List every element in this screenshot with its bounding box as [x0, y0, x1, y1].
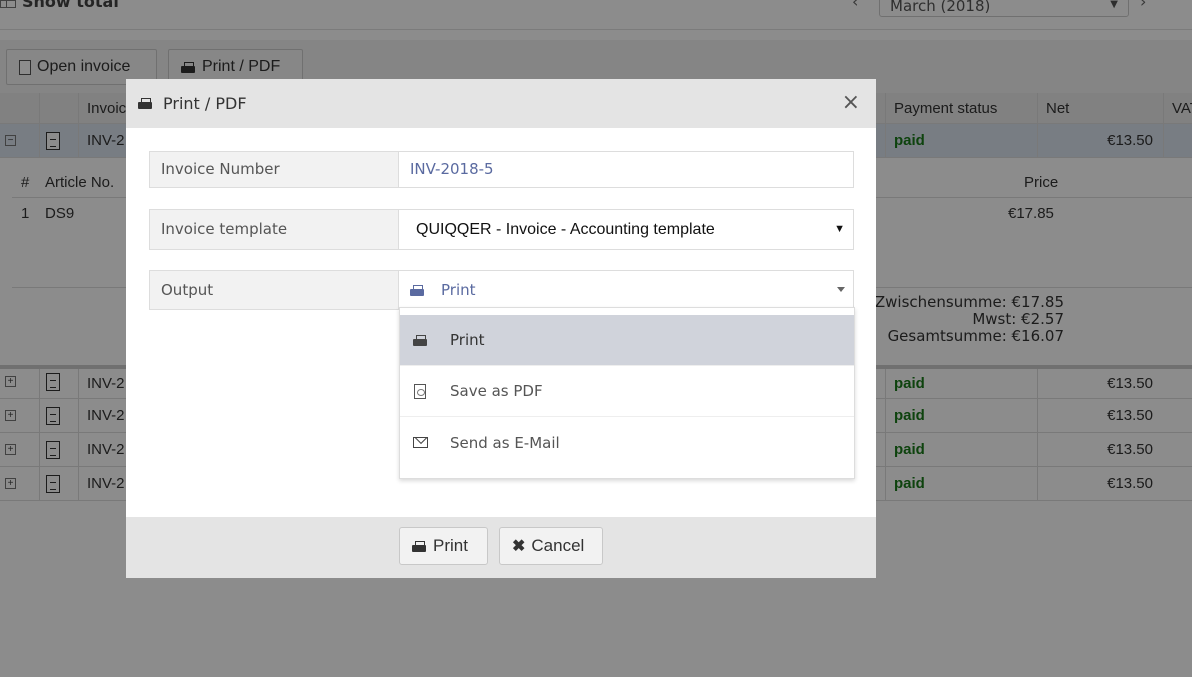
print-button[interactable]: Print	[399, 527, 488, 565]
cancel-button-label: Cancel	[531, 536, 585, 555]
output-field: Output Print	[149, 270, 854, 310]
invoice-template-field: Invoice template QUIQQER - Invoice - Acc…	[149, 209, 854, 250]
print-pdf-dialog: Print / PDF × Invoice Number INV-2018-5 …	[126, 79, 876, 578]
close-icon: ✖	[512, 538, 526, 555]
printer-icon	[138, 98, 153, 109]
output-label: Output	[150, 271, 399, 309]
printer-icon	[410, 284, 425, 296]
option-save-as-pdf[interactable]: Save as PDF	[400, 366, 854, 417]
output-value: Print	[441, 281, 476, 299]
invoice-template-value: QUIQQER - Invoice - Accounting template	[416, 221, 715, 238]
printer-icon	[412, 334, 428, 346]
option-label: Send as E-Mail	[450, 433, 560, 452]
dialog-header: Print / PDF ×	[126, 79, 876, 128]
option-print[interactable]: Print	[400, 315, 854, 366]
print-button-label: Print	[433, 536, 468, 555]
invoice-template-select[interactable]: QUIQQER - Invoice - Accounting template …	[399, 210, 853, 249]
dialog-body: Invoice Number INV-2018-5 Invoice templa…	[126, 128, 876, 517]
output-dropdown-menu: Print Save as PDF Send as E-Mail	[399, 307, 855, 479]
option-label: Print	[450, 331, 485, 349]
close-icon[interactable]: ×	[842, 92, 860, 114]
dialog-title: Print / PDF	[163, 94, 247, 113]
dropdown-arrow-icon: ▼	[834, 223, 845, 235]
option-send-email[interactable]: Send as E-Mail	[400, 417, 854, 468]
option-label: Save as PDF	[450, 382, 543, 400]
invoice-template-label: Invoice template	[150, 210, 399, 249]
dialog-footer: Print ✖ Cancel	[126, 517, 876, 578]
chevron-down-icon	[837, 287, 845, 292]
invoice-number-input[interactable]: INV-2018-5	[399, 152, 853, 187]
output-select[interactable]: Print	[399, 271, 853, 309]
envelope-icon	[412, 437, 428, 448]
invoice-number-field: Invoice Number INV-2018-5	[149, 151, 854, 188]
pdf-file-icon	[414, 383, 426, 399]
printer-icon	[412, 540, 427, 552]
invoice-number-label: Invoice Number	[150, 152, 399, 187]
cancel-button[interactable]: ✖ Cancel	[499, 527, 603, 565]
